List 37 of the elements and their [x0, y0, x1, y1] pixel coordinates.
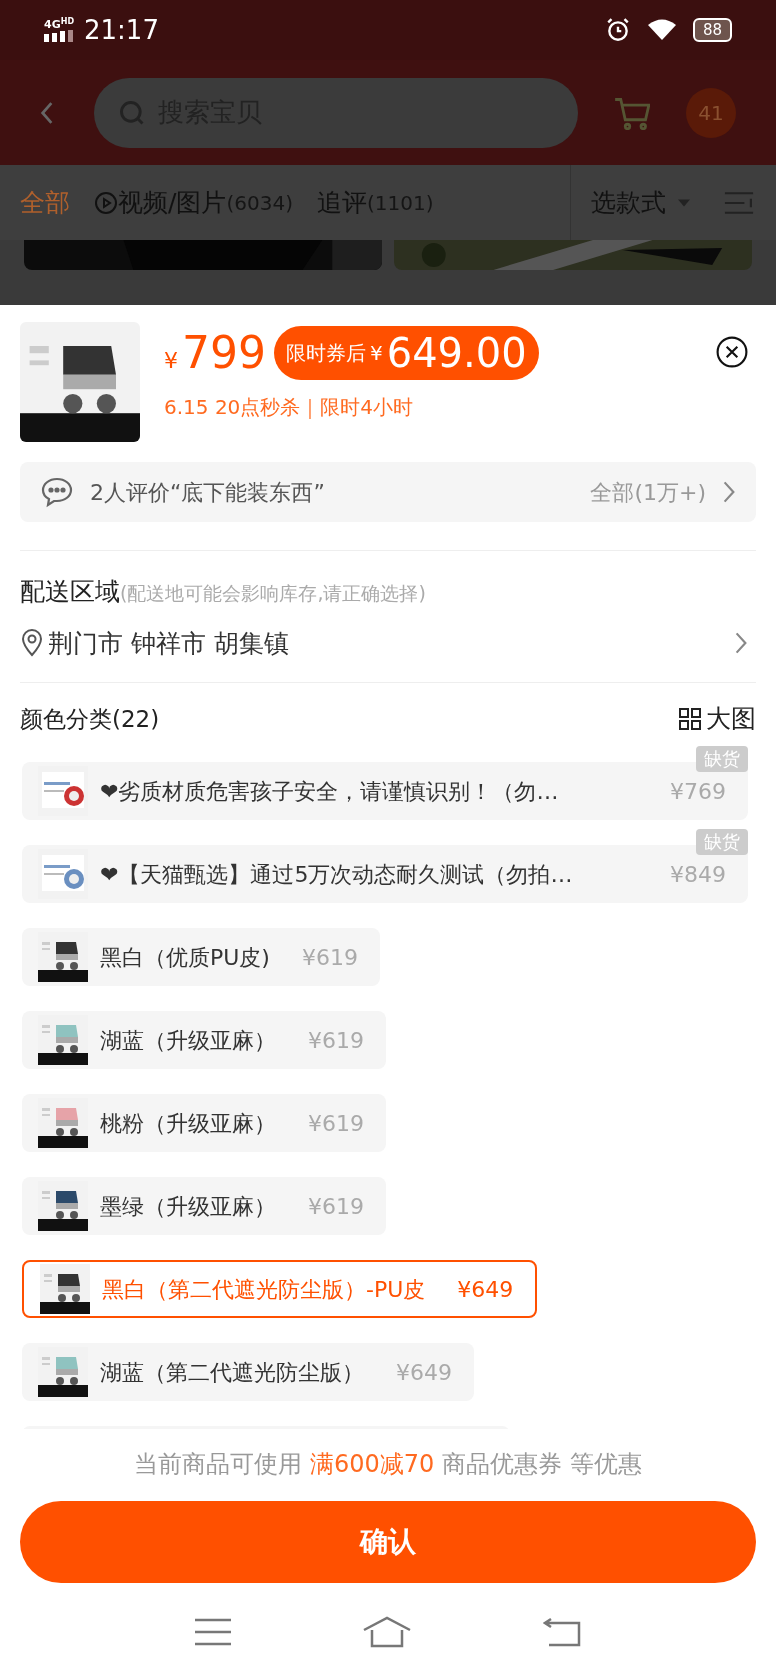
back-icon[interactable] — [40, 100, 54, 125]
flash-sale-text: 6.15 20点秒杀｜限时4小时 — [164, 394, 415, 421]
signal-icon — [44, 29, 76, 42]
coupon-note-text: 商品优惠券 等优惠 — [442, 1449, 642, 1480]
coupon-highlight: 满600减70 — [310, 1449, 435, 1480]
search-icon — [118, 98, 146, 127]
network-label: 4G$^{HD}$ — [44, 18, 75, 30]
clock-time: 21:17 — [84, 13, 159, 47]
variant-option[interactable]: 桃粉（升级亚麻） ¥619 — [22, 1094, 386, 1152]
coupon-note-text: 当前商品可使用 — [134, 1449, 302, 1480]
variant-option[interactable]: 黑白（优质PU皮) ¥619 — [22, 928, 380, 986]
review-summary-bar[interactable]: 2人评价“底下能装东西” 全部(1万+) — [20, 462, 756, 522]
back-icon[interactable] — [542, 1616, 581, 1647]
original-price: ¥799 — [164, 331, 266, 375]
location-pin-icon — [20, 629, 44, 658]
close-icon[interactable] — [716, 336, 748, 368]
wifi-icon — [646, 19, 677, 41]
menu-icon[interactable] — [195, 1616, 232, 1647]
big-image-toggle[interactable]: 大图 — [678, 700, 756, 738]
coupon-price-badge: 限时券后 ¥649.00 — [274, 326, 539, 380]
chevron-right-icon — [722, 479, 736, 505]
battery-indicator: 88 — [692, 18, 732, 42]
home-icon[interactable] — [362, 1615, 412, 1648]
location-row[interactable]: 荆门市 钟祥市 胡集镇 — [20, 624, 756, 662]
location-text: 荆门市 钟祥市 胡集镇 — [48, 627, 289, 660]
dropdown-icon — [678, 198, 690, 207]
variant-option[interactable]: 湖蓝（升级亚麻） ¥619 — [22, 1011, 386, 1069]
chat-bubble-icon — [40, 476, 74, 508]
variant-option[interactable]: 墨绿（升级亚麻） ¥619 — [22, 1177, 386, 1235]
grid-icon — [678, 707, 702, 731]
alarm-icon — [604, 17, 631, 43]
delivery-hint: (配送地可能会影响库存,请正确选择) — [120, 581, 426, 606]
variant-option[interactable]: 湖蓝（第二代遮光防尘版） ¥649 — [22, 1343, 474, 1401]
section-title: 颜色分类(22) — [20, 704, 160, 734]
play-icon — [94, 190, 118, 215]
delivery-title: 配送区域 — [20, 576, 120, 608]
review-summary-text: 2人评价“底下能装东西” — [90, 478, 325, 507]
